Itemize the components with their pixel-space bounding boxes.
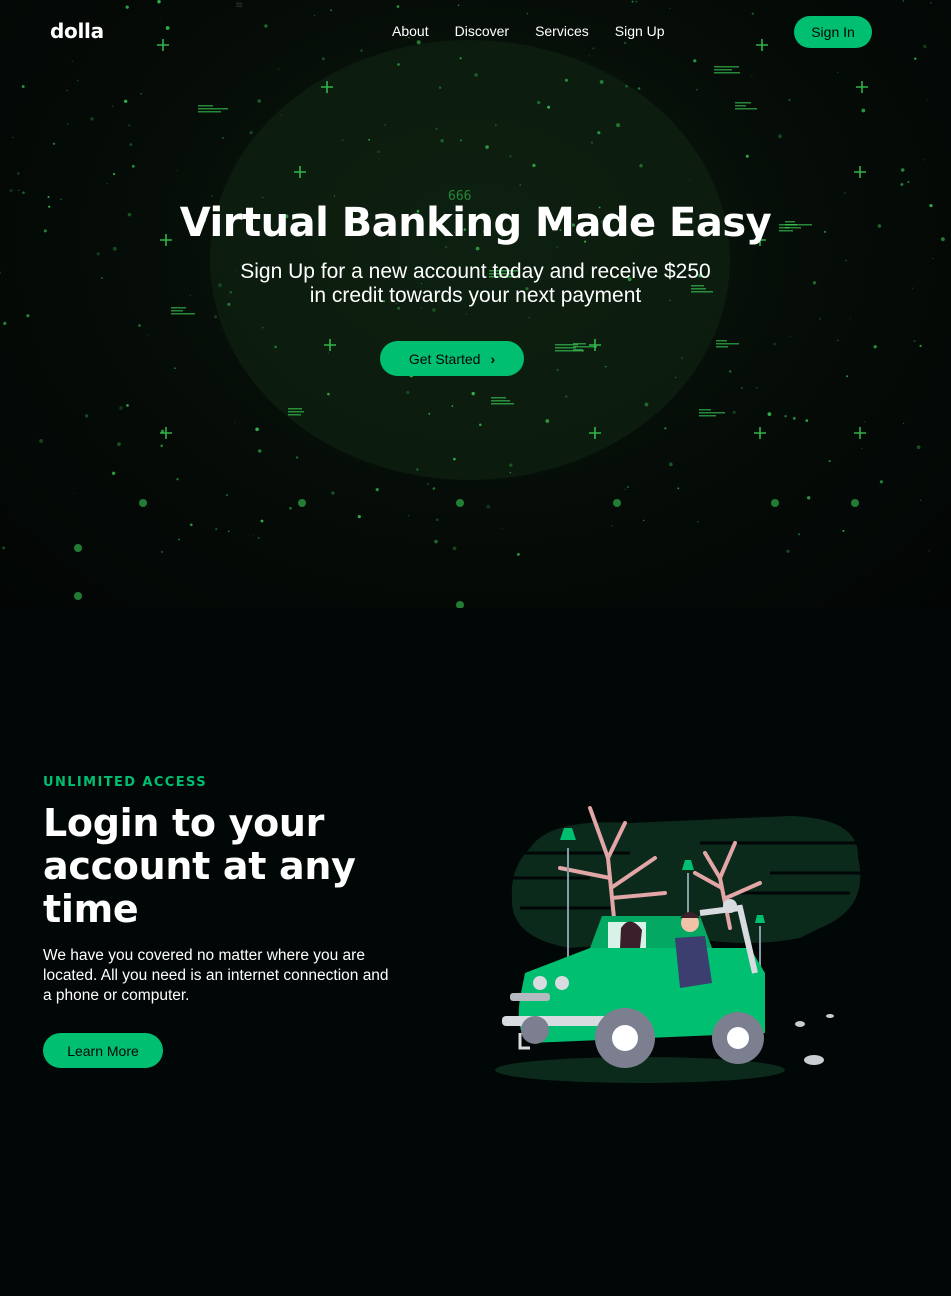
menu-icon: ≡ [235, 0, 244, 11]
nav-menu: About Discover Services Sign Up [392, 23, 691, 39]
nav-link-discover[interactable]: Discover [455, 23, 509, 39]
nav-link-services[interactable]: Services [535, 23, 589, 39]
info-description: We have you covered no matter where you … [43, 947, 389, 1004]
info-heading: Login to your account at any time [43, 801, 356, 931]
chevron-right-icon: › [490, 350, 496, 367]
logo[interactable]: dolla [50, 19, 104, 43]
navbar: dolla ≡ About Discover Services Sign Up … [0, 0, 951, 64]
nav-link-signup[interactable]: Sign Up [615, 23, 665, 39]
nav-link-about[interactable]: About [392, 23, 429, 39]
hero-title: Virtual Banking Made Easy [179, 200, 772, 246]
sign-in-button[interactable]: Sign In [794, 16, 872, 48]
hero-subtitle-line2: in credit towards your next payment [309, 284, 642, 307]
info-topline: UNLIMITED ACCESS [43, 775, 207, 790]
learn-more-button[interactable]: Learn More [43, 1033, 163, 1068]
hero-subtitle-line1: Sign Up for a new account today and rece… [240, 260, 711, 283]
hero-content: Virtual Banking Made Easy Sign Up for a … [0, 200, 951, 308]
get-started-button[interactable]: Get Started › [380, 341, 524, 376]
hero-subtitle: Sign Up for a new account today and rece… [226, 260, 726, 308]
car-illustration [495, 806, 870, 1083]
hero-section: 666 Virtual Banking Made Easy Sign Up fo… [0, 0, 951, 608]
info-section: UNLIMITED ACCESS Login to your account a… [0, 608, 951, 1296]
get-started-label: Get Started [408, 350, 481, 367]
